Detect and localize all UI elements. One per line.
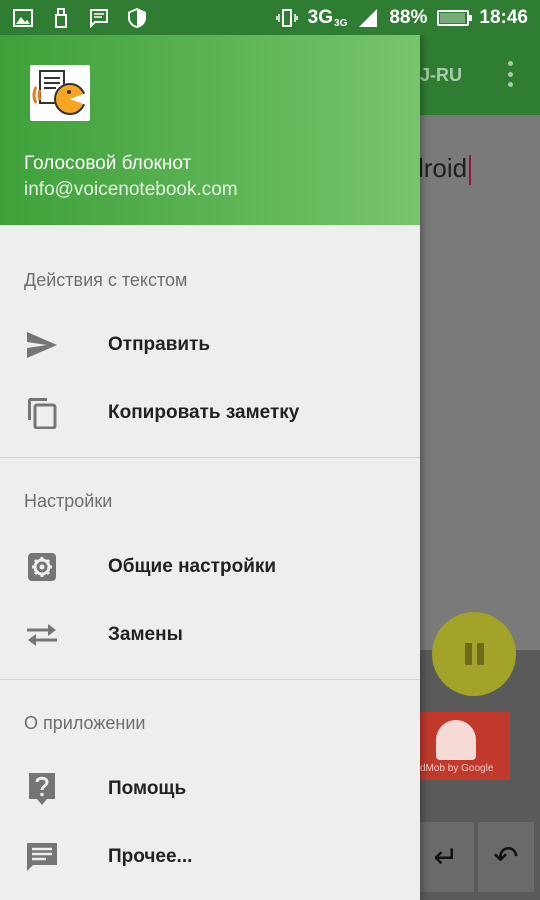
undo-icon: ↶: [493, 840, 519, 874]
navigation-drawer: Голосовой блокнот info@voicenotebook.com…: [0, 35, 420, 900]
text-cursor: [469, 155, 472, 186]
language-label[interactable]: J-RU: [420, 65, 462, 86]
pause-bar: [464, 643, 472, 665]
header-email: info@voicenotebook.com: [24, 179, 238, 200]
ad-label: dMob by Google: [420, 763, 494, 774]
section-title-settings: Настройки: [24, 491, 113, 511]
shield-icon: [126, 7, 148, 29]
pause-bar: [476, 643, 484, 665]
admob-logo-icon: [436, 720, 476, 760]
editor-text[interactable]: lroid: [418, 153, 472, 186]
ad-banner[interactable]: dMob by Google: [418, 712, 510, 780]
help-icon: [24, 771, 60, 807]
usb-icon: [50, 7, 72, 29]
gallery-icon: [12, 7, 34, 29]
menu-item-other[interactable]: Прочее...: [0, 823, 420, 891]
network-type: 3G: [307, 6, 334, 28]
app-logo-icon: [30, 65, 90, 121]
message-icon: [24, 839, 60, 875]
battery-percent: 88%: [389, 6, 428, 28]
menu-item-send[interactable]: Отправить: [0, 311, 420, 379]
gear-icon: [24, 549, 60, 585]
menu-item-general-settings[interactable]: Общие настройки: [0, 533, 420, 601]
battery-icon: [437, 9, 473, 26]
menu-item-label: Помощь: [108, 778, 187, 799]
message-notification-icon: [88, 7, 110, 29]
section-title-about: О приложении: [24, 713, 146, 733]
network-type-sup: 3G: [334, 17, 348, 29]
clock: 18:46: [479, 6, 528, 28]
send-icon: [24, 327, 60, 363]
editor-text-value: lroid: [418, 153, 468, 183]
menu-item-label: Замены: [108, 624, 183, 645]
section-title-text-actions: Действия с текстом: [24, 269, 188, 290]
newline-icon: ↵: [433, 840, 459, 874]
vibrate-icon: [275, 7, 298, 29]
menu-item-help[interactable]: Помощь: [0, 755, 420, 823]
undo-button[interactable]: ↶: [478, 822, 534, 892]
more-options-icon[interactable]: [508, 61, 514, 87]
header-app-name: Голосовой блокнот: [24, 153, 192, 174]
menu-item-label: Общие настройки: [108, 556, 277, 577]
signal-icon: [357, 7, 379, 29]
menu-item-copy-note[interactable]: Копировать заметку: [0, 379, 420, 447]
pause-button[interactable]: [432, 612, 516, 696]
menu-item-label: Отправить: [108, 334, 211, 355]
copy-icon: [24, 395, 60, 431]
status-bar: 3G 3G 88% 18:46: [0, 0, 540, 35]
drawer-header: Голосовой блокнот info@voicenotebook.com: [0, 35, 420, 225]
newline-button[interactable]: ↵: [418, 822, 474, 892]
menu-item-label: Копировать заметку: [108, 402, 300, 423]
menu-item-replacements[interactable]: Замены: [0, 601, 420, 669]
menu-item-label: Прочее...: [108, 846, 193, 867]
swap-arrows-icon: [24, 617, 60, 653]
